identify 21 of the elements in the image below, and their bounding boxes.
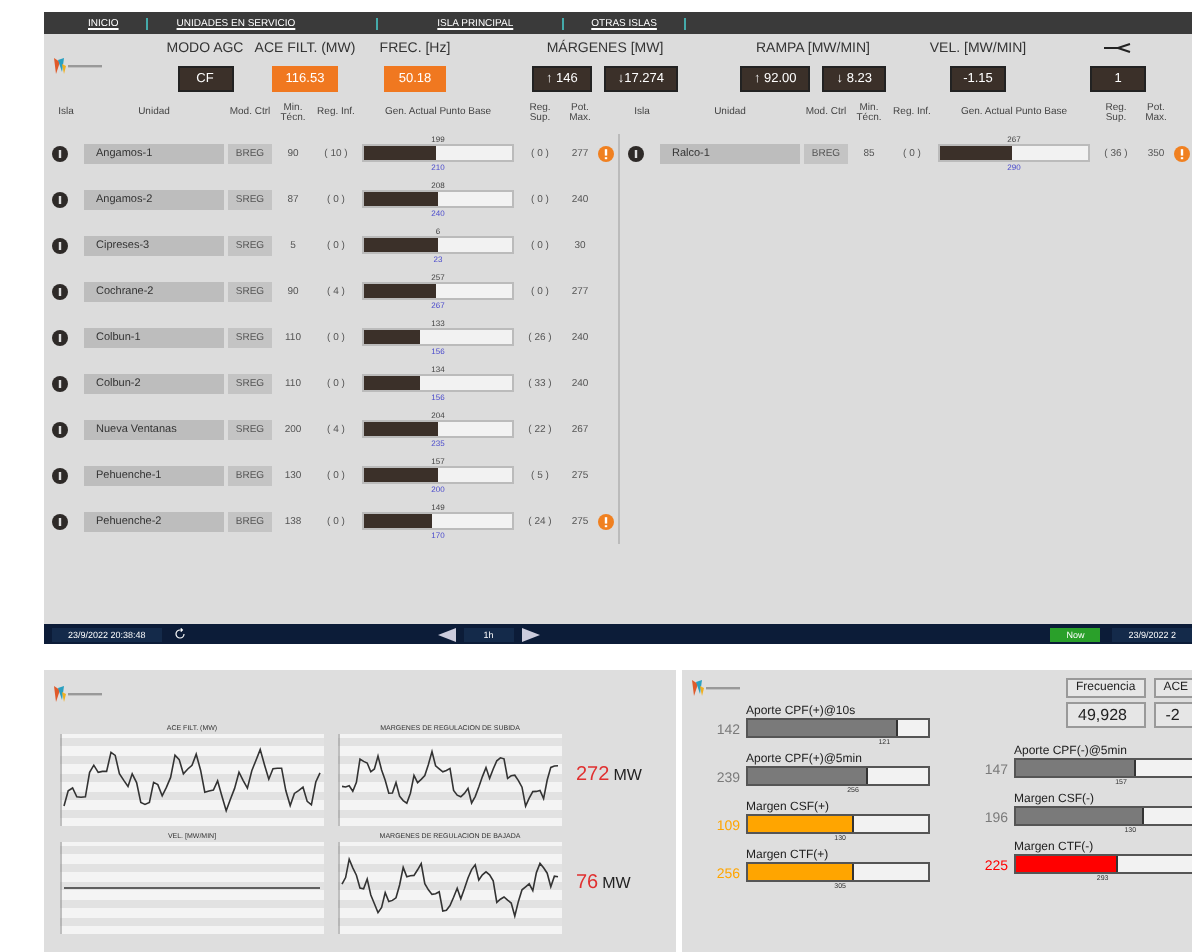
logo-icon bbox=[52, 56, 104, 76]
refresh-icon[interactable] bbox=[173, 628, 186, 640]
circle-icon bbox=[52, 421, 68, 437]
circle-icon bbox=[52, 329, 68, 345]
circle-icon bbox=[52, 513, 68, 529]
circle-icon bbox=[52, 283, 68, 299]
fork-icon bbox=[1104, 42, 1132, 54]
reading-unit: MW bbox=[613, 765, 642, 783]
reading-unit: MW bbox=[602, 873, 631, 891]
reading-value: 272 bbox=[576, 763, 610, 785]
circle-icon bbox=[628, 145, 644, 161]
circle-icon bbox=[52, 467, 68, 483]
frequency-value: 49,928 bbox=[1066, 702, 1146, 728]
logo-icon bbox=[52, 684, 104, 704]
circle-icon bbox=[52, 145, 68, 161]
ace-value: -2 bbox=[1153, 702, 1192, 728]
circle-icon bbox=[52, 191, 68, 207]
reading-value: 76 bbox=[576, 871, 599, 893]
circle-icon bbox=[52, 375, 68, 391]
logo-icon bbox=[690, 678, 742, 698]
circle-icon bbox=[52, 237, 68, 253]
